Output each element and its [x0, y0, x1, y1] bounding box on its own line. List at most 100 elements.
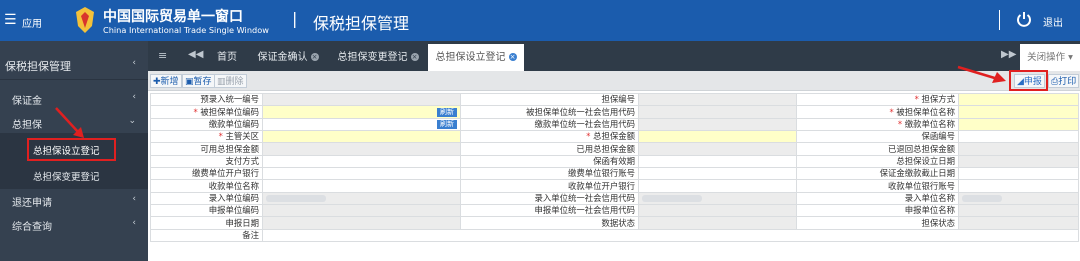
delete-button[interactable]: ▥删除: [214, 74, 247, 88]
field-label: 保函有效期: [460, 154, 639, 169]
field-label-required: * 总担保金额: [460, 130, 639, 144]
form-row: 可用总担保金额 已用总担保金额 已退回总担保金额: [150, 142, 1079, 156]
field-label: 保证金缴款截止日期: [796, 167, 959, 181]
toolbar: ✚新增 ▣暂存 ▥删除 ◢申报 ⎙打印: [148, 70, 1080, 91]
menu-icon[interactable]: ☰: [4, 12, 17, 28]
chevron-left-icon: ‹: [132, 92, 136, 102]
guarantee-form: 预录入统一编号 担保编号 * 担保方式 * 被担保单位编码 刷新 被担保单位统一…: [150, 92, 1079, 243]
sidebar: 保税担保管理 ‹ 保证金 ‹ 总担保 ⌄ 总担保设立登记 总担保变更登记 退还申…: [0, 41, 148, 261]
declare-unit-credit-code-field: [638, 204, 797, 218]
tab-scroll-left-icon[interactable]: ◀◀: [188, 49, 203, 60]
customs-district-field[interactable]: [262, 130, 461, 144]
letter-of-guarantee-no-field[interactable]: [958, 130, 1079, 144]
tab-close-icon[interactable]: ×: [508, 53, 517, 61]
print-button[interactable]: ⎙打印: [1048, 74, 1080, 88]
guaranteed-unit-credit-code-field: [638, 105, 797, 119]
tab-home[interactable]: 首页: [208, 44, 246, 71]
field-label-required: * 缴款单位名称: [796, 117, 959, 132]
field-label: 缴费单位开户银行: [150, 167, 263, 181]
tab-scroll-right-icon[interactable]: ▶▶: [1001, 49, 1016, 60]
sidebar-item-guarantee-change[interactable]: 总担保变更登记: [0, 169, 148, 183]
entry-unit-name-field: [958, 191, 1079, 206]
sidebar-divider: [0, 79, 148, 80]
deposit-deadline-field[interactable]: [958, 167, 1079, 181]
used-amount-field: [638, 142, 797, 156]
system-title: 保税担保管理: [313, 14, 410, 33]
blurred-value: [642, 194, 702, 202]
sidebar-item-query[interactable]: 综合查询 ‹: [0, 218, 148, 233]
field-label: 收款单位银行账号: [796, 179, 959, 193]
field-label: 申报单位名称: [796, 204, 959, 218]
payer-account-field[interactable]: [638, 167, 797, 181]
payer-unit-code-field[interactable]: 刷新: [262, 117, 461, 132]
guaranteed-unit-code-field[interactable]: 刷新: [262, 105, 461, 119]
field-label: 缴款单位编码: [150, 117, 263, 132]
field-label: 数据状态: [460, 216, 639, 230]
remarks-field[interactable]: [262, 228, 1079, 243]
field-label-required: * 担保方式: [796, 92, 959, 107]
payer-unit-credit-code-field: [638, 117, 797, 132]
tab-guarantee-establish[interactable]: 总担保设立登记 ×: [428, 44, 524, 71]
red-arrow-annotation: [55, 107, 84, 138]
tab-guarantee-change[interactable]: 总担保变更登记 ×: [330, 44, 426, 71]
field-label: 缴费单位银行账号: [460, 167, 639, 181]
field-label: 录入单位名称: [796, 191, 959, 206]
payer-bank-field[interactable]: [262, 167, 461, 181]
chevron-left-icon: ‹: [132, 194, 136, 204]
field-label: 收款单位开户银行: [460, 179, 639, 193]
field-label: 已退回总担保金额: [796, 142, 959, 156]
returned-amount-field: [958, 142, 1079, 156]
field-label: 缴款单位统一社会信用代码: [460, 117, 639, 132]
establish-date-field: [958, 154, 1079, 169]
form-row: 缴费单位开户银行 缴费单位银行账号 保证金缴款截止日期: [150, 167, 1079, 181]
available-amount-field: [262, 142, 461, 156]
sidebar-item-refund[interactable]: 退还申请 ‹: [0, 194, 148, 209]
form-row: 申报单位编码 申报单位统一社会信用代码 申报单位名称: [150, 204, 1079, 218]
tab-menu-icon[interactable]: ≡: [158, 49, 167, 62]
field-label: 总担保设立日期: [796, 154, 959, 169]
entry-unit-credit-code-field: [638, 191, 797, 206]
field-label: 已用总担保金额: [460, 142, 639, 156]
app-menu-label[interactable]: 应用: [22, 15, 42, 30]
guaranteed-unit-name-field[interactable]: [958, 105, 1079, 119]
form-row: 申报日期 数据状态 担保状态: [150, 216, 1079, 230]
main-area: ≡ ◀◀ 首页 保证金确认 × 总担保变更登记 × 总担保设立登记 × ▶▶ 关闭操作…: [148, 41, 1080, 261]
field-label: 被担保单位统一社会信用代码: [460, 105, 639, 119]
payee-account-field[interactable]: [958, 179, 1079, 193]
declare-highlight-box: [1009, 70, 1048, 91]
tab-close-icon[interactable]: ×: [310, 53, 319, 61]
form-row: 缴款单位编码 刷新 缴款单位统一社会信用代码 * 缴款单位名称: [150, 117, 1079, 132]
field-label: 申报单位统一社会信用代码: [460, 204, 639, 218]
tab-deposit-confirm[interactable]: 保证金确认 ×: [250, 44, 326, 71]
field-label-required: * 主管关区: [150, 130, 263, 144]
add-button[interactable]: ✚新增: [150, 74, 182, 88]
field-label: 担保编号: [460, 92, 639, 107]
refresh-button[interactable]: 刷新: [437, 108, 457, 118]
field-label: 备注: [150, 228, 263, 243]
guarantee-method-field[interactable]: [958, 92, 1079, 107]
refresh-button[interactable]: 刷新: [437, 120, 457, 130]
tab-bar: ≡ ◀◀ 首页 保证金确认 × 总担保变更登记 × 总担保设立登记 × ▶▶ 关闭操作…: [148, 41, 1080, 71]
payer-unit-name-field[interactable]: [958, 117, 1079, 132]
field-label: 收款单位名称: [150, 179, 263, 193]
logout-button[interactable]: 退出: [1043, 14, 1063, 29]
logo-emblem-icon: [74, 6, 96, 34]
guarantee-status-field: [958, 216, 1079, 230]
top-header: ☰ 应用 中国国际贸易单一窗口 China International Trad…: [0, 0, 1080, 41]
logo-title-en: China International Trade Single Window: [103, 25, 269, 35]
power-icon[interactable]: [1016, 11, 1032, 27]
payee-bank-field[interactable]: [638, 179, 797, 193]
close-operations-menu[interactable]: 关闭操作 ▾: [1020, 44, 1080, 71]
form-row: 收款单位名称 收款单位开户银行 收款单位银行账号: [150, 179, 1079, 193]
declare-unit-name-field: [958, 204, 1079, 218]
guarantee-validity-field[interactable]: [638, 154, 797, 169]
total-guarantee-amount-field[interactable]: [638, 130, 797, 144]
payee-name-field[interactable]: [262, 179, 461, 193]
save-button[interactable]: ▣暂存: [182, 74, 215, 88]
declare-date-field: [262, 216, 461, 230]
tab-close-icon[interactable]: ×: [410, 53, 419, 61]
field-label: 预录入统一编号: [150, 92, 263, 107]
payment-method-field[interactable]: [262, 154, 461, 169]
data-status-field: [638, 216, 797, 230]
field-label-required: * 被担保单位编码: [150, 105, 263, 119]
